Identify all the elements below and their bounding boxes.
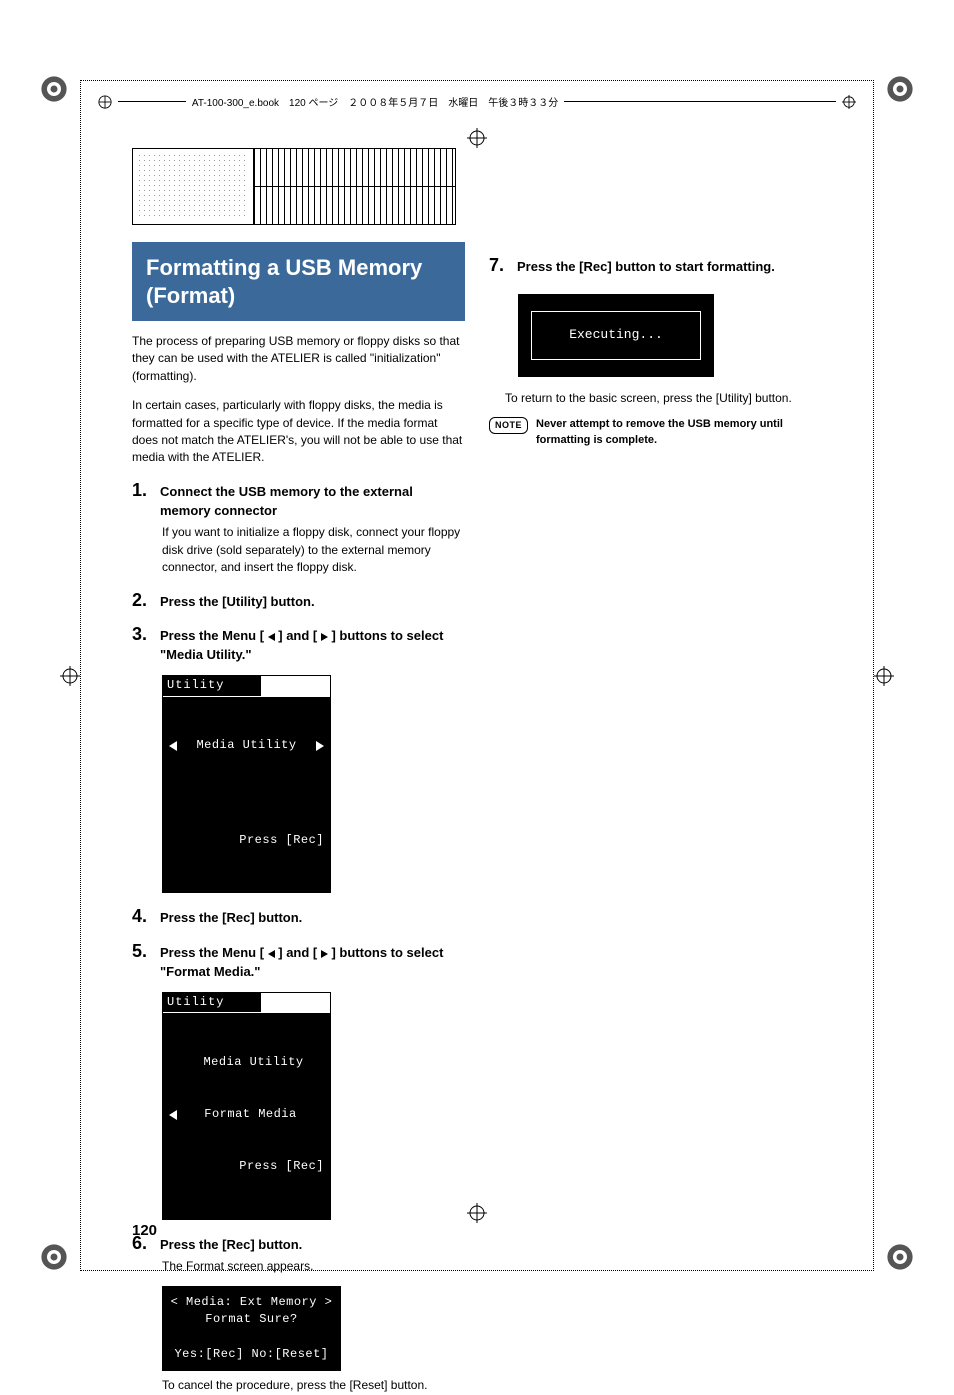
left-arrow-icon <box>169 1110 177 1120</box>
return-note: To return to the basic screen, press the… <box>505 390 822 407</box>
intro-paragraph: The process of preparing USB memory or f… <box>132 333 465 385</box>
step-title: Press the [Utility] button. <box>160 591 465 612</box>
print-mark-icon <box>886 1243 914 1271</box>
right-column: 7. Press the [Rec] button to start forma… <box>489 242 822 1211</box>
step-6: 6. Press the [Rec] button. <box>132 1234 465 1255</box>
step-body: The Format screen appears. <box>162 1258 465 1275</box>
step-title: Press the [Rec] button. <box>160 1234 465 1255</box>
left-arrow-icon <box>169 741 177 751</box>
step-title: Press the [Rec] button. <box>160 907 465 928</box>
step-number: 7. <box>489 256 509 277</box>
crosshair-icon <box>874 666 894 686</box>
section-heading: Formatting a USB Memory (Format) <box>132 242 465 321</box>
content-area: Formatting a USB Memory (Format) The pro… <box>132 242 822 1211</box>
lcd-line: Format Sure? <box>205 1312 297 1326</box>
keyboard-diagram <box>132 148 456 225</box>
step-title: Press the Menu [ ] and [ ] buttons to se… <box>160 942 465 982</box>
crosshair-icon <box>60 666 80 686</box>
step-1: 1. Connect the USB memory to the externa… <box>132 481 465 521</box>
print-mark-icon <box>40 75 68 103</box>
lcd-line: Media Utility <box>196 737 296 754</box>
cancel-note: To cancel the procedure, press the [Rese… <box>162 1377 465 1394</box>
step-title: Press the [Rec] button to start formatti… <box>517 256 822 277</box>
step-5: 5. Press the Menu [ ] and [ ] buttons to… <box>132 942 465 982</box>
step-number: 5. <box>132 942 152 982</box>
lcd-line: Format Media <box>204 1106 296 1123</box>
step-3: 3. Press the Menu [ ] and [ ] buttons to… <box>132 625 465 665</box>
book-icon <box>98 95 112 109</box>
lcd-line: Yes:[Rec] No:[Reset] <box>174 1347 328 1361</box>
right-arrow-icon <box>321 950 328 958</box>
lcd-title: Utility <box>163 993 261 1013</box>
step-title: Press the Menu [ ] and [ ] buttons to se… <box>160 625 465 665</box>
right-arrow-icon <box>321 633 328 641</box>
step-body: If you want to initialize a floppy disk,… <box>162 524 465 576</box>
step-4: 4. Press the [Rec] button. <box>132 907 465 928</box>
lcd-line: Press [Rec] <box>169 832 324 849</box>
step-number: 2. <box>132 591 152 612</box>
print-mark-icon <box>40 1243 68 1271</box>
lcd-title: Utility <box>163 676 261 696</box>
lcd-screen: Executing... <box>519 295 713 376</box>
crosshair-icon <box>842 95 856 109</box>
step-number: 3. <box>132 625 152 665</box>
lcd-line: < Media: Ext Memory > <box>171 1295 333 1309</box>
step-number: 1. <box>132 481 152 521</box>
right-arrow-icon <box>316 741 324 751</box>
note-label: NOTE <box>489 417 528 434</box>
header-text: AT-100-300_e.book 120 ページ ２００８年５月７日 水曜日 … <box>192 94 558 109</box>
lcd-line: Media Utility <box>189 1054 303 1071</box>
page-number: 120 <box>132 1222 157 1239</box>
step-number: 4. <box>132 907 152 928</box>
lcd-line: Executing... <box>531 311 701 360</box>
step-7: 7. Press the [Rec] button to start forma… <box>489 256 822 277</box>
step-title: Connect the USB memory to the external m… <box>160 481 465 521</box>
note-text: Never attempt to remove the USB memory u… <box>536 417 822 449</box>
lcd-screen: Utility Media Utility Format Media Press… <box>162 992 331 1220</box>
print-mark-icon <box>886 75 914 103</box>
intro-paragraph: In certain cases, particularly with flop… <box>132 397 465 467</box>
lcd-screen: < Media: Ext Memory > Format Sure? Yes:[… <box>162 1286 341 1372</box>
lcd-screen: Utility Media Utility Press [Rec] <box>162 675 331 893</box>
left-arrow-icon <box>268 950 275 958</box>
note-row: NOTE Never attempt to remove the USB mem… <box>489 417 822 449</box>
left-column: Formatting a USB Memory (Format) The pro… <box>132 242 465 1211</box>
left-arrow-icon <box>268 633 275 641</box>
header-row: AT-100-300_e.book 120 ページ ２００８年５月７日 水曜日 … <box>98 94 856 109</box>
lcd-line: Press [Rec] <box>169 1158 324 1175</box>
step-2: 2. Press the [Utility] button. <box>132 591 465 612</box>
